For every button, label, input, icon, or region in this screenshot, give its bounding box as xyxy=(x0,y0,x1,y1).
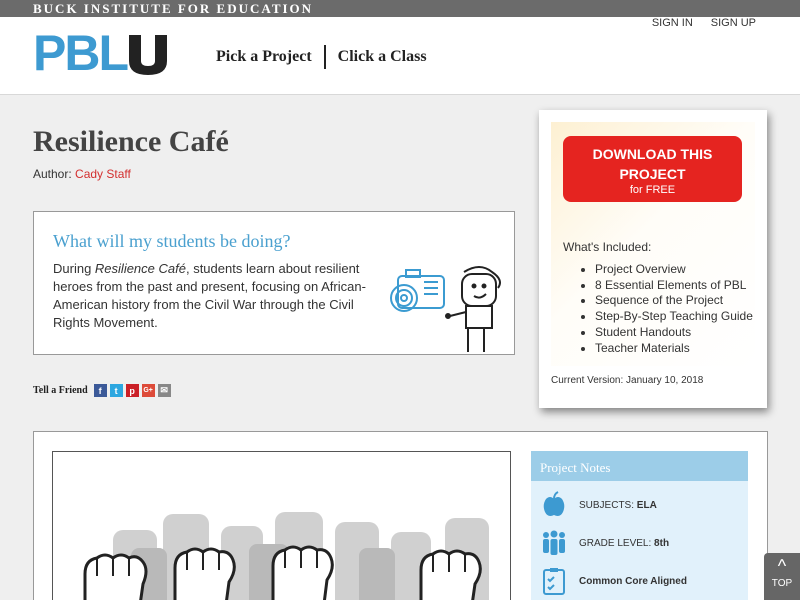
included-item: Project Overview xyxy=(595,262,753,278)
download-project-button[interactable]: DOWNLOAD THIS PROJECT for FREE xyxy=(563,136,742,202)
camera-person-illustration xyxy=(390,266,501,352)
whats-included-list: Project Overview 8 Essential Elements of… xyxy=(581,262,753,356)
download-button-title: DOWNLOAD THIS PROJECT xyxy=(592,146,713,182)
subjects-note: SUBJECTS: ELA xyxy=(541,491,657,519)
logo-u-mark xyxy=(129,35,167,75)
common-core-note: Common Core Aligned xyxy=(541,567,687,595)
org-name: BUCK INSTITUTE FOR EDUCATION xyxy=(33,1,314,16)
project-image xyxy=(52,451,511,600)
grade-level-note: GRADE LEVEL: 8th xyxy=(541,529,669,557)
project-author: Author: Cady Staff xyxy=(33,167,131,181)
facebook-icon[interactable]: f xyxy=(93,384,107,397)
whats-included-label: What's Included: xyxy=(563,240,652,254)
included-item: Student Handouts xyxy=(595,325,753,341)
pinterest-icon[interactable]: p xyxy=(125,384,139,397)
logo-pbl-text: PBL xyxy=(33,25,129,81)
top-label: TOP xyxy=(771,578,793,589)
raised-fists-illustration xyxy=(53,452,510,600)
site-header: PBL Pick a Project Click a Class SIGN IN… xyxy=(0,17,800,95)
nav-click-a-class[interactable]: Click a Class xyxy=(338,48,427,66)
students-doing-text: During Resilience Café, students learn a… xyxy=(53,261,366,330)
project-notes-panel: Project Notes SUBJECTS: ELA GRADE LEVEL:… xyxy=(531,451,748,600)
included-item: 8 Essential Elements of PBL xyxy=(595,278,753,294)
googleplus-icon[interactable]: G+ xyxy=(141,384,155,397)
auth-links: SIGN IN SIGN UP xyxy=(652,17,756,29)
top-bar: BUCK INSTITUTE FOR EDUCATION xyxy=(0,0,800,17)
author-link[interactable]: Cady Staff xyxy=(75,167,131,181)
included-item: Teacher Materials xyxy=(595,341,753,357)
tell-a-friend: Tell a Friend f t p G+ ✉ xyxy=(33,384,174,397)
sign-up-link[interactable]: SIGN UP xyxy=(711,17,756,29)
nav-divider xyxy=(323,45,326,69)
pblu-logo[interactable]: PBL xyxy=(33,25,168,81)
students-doing-box: What will my students be doing? During R… xyxy=(33,211,515,355)
caret-up-icon: ^ xyxy=(777,556,787,576)
students-doing-heading: What will my students be doing? xyxy=(53,231,291,251)
email-icon[interactable]: ✉ xyxy=(157,384,171,397)
included-item: Step-By-Step Teaching Guide xyxy=(595,309,753,325)
download-card-inner: DOWNLOAD THIS PROJECT for FREE What's In… xyxy=(551,122,755,366)
project-title: Resilience Café xyxy=(33,125,229,158)
checklist-icon xyxy=(543,568,565,595)
sign-in-link[interactable]: SIGN IN xyxy=(652,17,693,29)
project-notes-heading: Project Notes xyxy=(531,451,748,481)
download-button-subtitle: for FREE xyxy=(629,184,676,196)
included-item: Sequence of the Project xyxy=(595,293,753,309)
students-icon xyxy=(543,530,565,555)
back-to-top-button[interactable]: ^ TOP xyxy=(764,553,800,600)
current-version: Current Version: January 10, 2018 xyxy=(551,375,704,386)
twitter-icon[interactable]: t xyxy=(109,384,123,397)
tell-a-friend-label: Tell a Friend xyxy=(33,385,88,396)
apple-icon xyxy=(543,491,565,516)
nav-pick-a-project[interactable]: Pick a Project xyxy=(216,48,312,66)
main-nav: Pick a Project Click a Class xyxy=(216,45,427,69)
author-label: Author: xyxy=(33,167,72,181)
project-detail-section: Project Notes SUBJECTS: ELA GRADE LEVEL:… xyxy=(33,431,768,600)
download-card: DOWNLOAD THIS PROJECT for FREE What's In… xyxy=(539,110,767,408)
